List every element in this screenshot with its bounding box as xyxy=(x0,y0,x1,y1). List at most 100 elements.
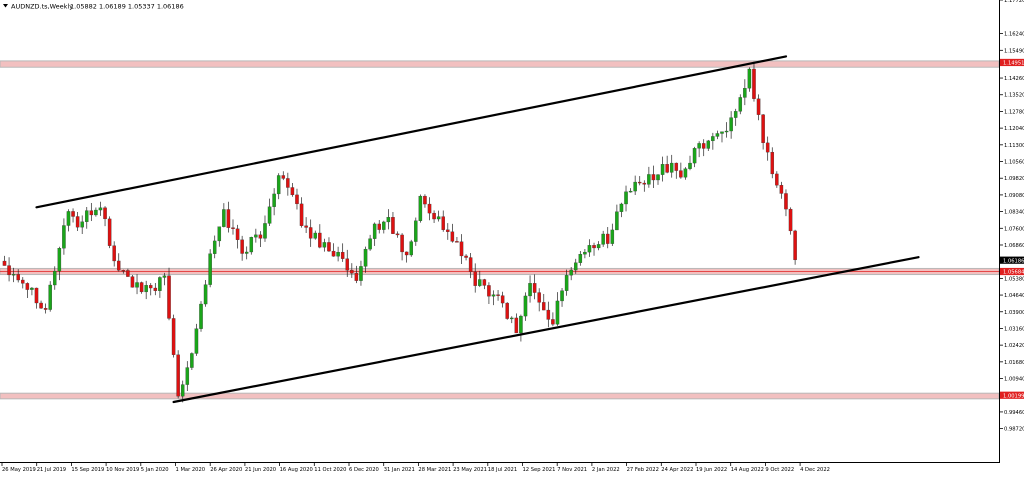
candle-bull xyxy=(53,270,57,286)
x-tick-label: 5 Jan 2020 xyxy=(141,467,169,473)
candle-bear xyxy=(103,207,107,220)
candle-bull xyxy=(478,279,482,286)
candle-bear xyxy=(765,142,770,153)
y-tick-label: 1.10560 xyxy=(1004,160,1024,166)
candle-bear xyxy=(126,270,130,277)
x-tick-label: 2 Jan 2022 xyxy=(592,467,620,473)
candle-bear xyxy=(441,216,445,230)
zone-resistance xyxy=(0,60,1000,68)
candle-bear xyxy=(176,354,180,397)
candle-bull xyxy=(436,216,441,220)
candle-bull xyxy=(57,248,62,272)
candle-bull xyxy=(199,303,203,329)
candle-bull xyxy=(583,251,587,255)
candle-bear xyxy=(121,270,126,272)
x-tick-label: 26 May 2019 xyxy=(2,467,36,473)
candle-bear xyxy=(377,223,381,230)
candle-bear xyxy=(450,231,455,242)
candle-bull xyxy=(624,191,628,205)
candle-bull xyxy=(336,251,340,257)
candle-bear xyxy=(651,174,656,181)
candle-bull xyxy=(628,190,633,193)
candle-bear xyxy=(432,212,436,220)
candle-bull xyxy=(715,133,720,137)
candle-bull xyxy=(272,193,276,207)
candle-bear xyxy=(226,209,231,228)
candle-bear xyxy=(793,230,797,261)
candle-bull xyxy=(80,221,84,228)
y-tick-label: 1.12040 xyxy=(1004,126,1024,132)
y-tick-label: 1.07600 xyxy=(1004,226,1024,232)
candle-bull xyxy=(382,221,386,230)
y-tick-label: 1.15490 xyxy=(1004,48,1024,54)
y-tick-label: 1.11300 xyxy=(1004,143,1024,149)
candle-bull xyxy=(747,68,752,89)
candle-bear xyxy=(350,269,354,274)
candle-bull xyxy=(578,254,583,263)
y-tick-label: 1.12780 xyxy=(1004,109,1024,115)
candle-bull xyxy=(697,143,701,149)
y-tick-label: 0.99460 xyxy=(1004,410,1024,416)
candle-bear xyxy=(171,318,176,355)
candle-bear xyxy=(130,276,135,288)
y-tick-label: 1.13520 xyxy=(1004,93,1024,99)
candle-bull xyxy=(48,284,52,310)
candle-bear xyxy=(756,98,761,115)
y-tick-label: 1.14260 xyxy=(1004,76,1024,82)
candle-bull xyxy=(660,164,665,175)
candle-bear xyxy=(496,294,500,296)
candle-bear xyxy=(775,173,779,186)
candle-bear xyxy=(473,271,477,286)
chart-svg: 1.17720 1.16240 1.15490 1.14260 1.13520 1.127… xyxy=(0,0,1024,475)
candle-bear xyxy=(679,170,683,178)
candle-bear xyxy=(514,317,519,334)
candle-bear xyxy=(761,114,765,144)
candle-bear xyxy=(295,194,299,205)
x-tick-label: 1 Mar 2020 xyxy=(176,467,206,473)
candle-bull xyxy=(523,295,528,317)
chart: 1.17720 1.16240 1.15490 1.14260 1.13520 1.127… xyxy=(0,0,1024,475)
y-tick-label: 1.00940 xyxy=(1004,377,1024,383)
candle-bear xyxy=(400,234,404,253)
candle-bull xyxy=(144,285,148,293)
candle-bear xyxy=(770,151,775,175)
candle-bull xyxy=(706,140,711,149)
y-tick-label: 1.03160 xyxy=(1004,326,1024,332)
candle-bull xyxy=(180,384,185,397)
candle-bear xyxy=(546,309,551,320)
candle-bull xyxy=(414,220,418,242)
candle-bull xyxy=(418,195,423,221)
x-tick-label: 15 Sep 2019 xyxy=(71,467,104,473)
candle-bull xyxy=(733,111,738,118)
candle-bear xyxy=(423,195,427,205)
candle-bear xyxy=(240,239,244,254)
candle-bull xyxy=(724,130,729,133)
candle-bull xyxy=(386,217,391,223)
candle-bull xyxy=(162,275,167,278)
candle-bull xyxy=(98,207,103,211)
candle-bear xyxy=(537,292,541,303)
candle-bull xyxy=(254,234,258,238)
candle-bull xyxy=(185,367,190,385)
x-tick-label: 6 Dec 2020 xyxy=(349,467,379,473)
candle-bull xyxy=(619,203,624,212)
x-tick-label: 23 May 2021 xyxy=(453,467,487,473)
candle-bear xyxy=(446,229,450,232)
candle-bear xyxy=(21,279,25,284)
candle-bear xyxy=(395,233,400,236)
candle-bull xyxy=(610,229,615,244)
candle-bull xyxy=(569,269,573,276)
candle-bull xyxy=(688,162,692,169)
candle-bull xyxy=(263,223,267,239)
price-label-text: 1.06186 xyxy=(1003,258,1024,264)
candle-bull xyxy=(322,242,327,248)
candle-bear xyxy=(331,250,336,257)
candle-bear xyxy=(43,308,48,310)
candle-bear xyxy=(354,273,359,281)
candle-bull xyxy=(249,237,254,253)
candle-bull xyxy=(66,211,71,226)
candle-bear xyxy=(25,283,30,290)
x-tick-label: 18 Jul 2021 xyxy=(488,467,517,473)
candle-bear xyxy=(258,234,263,239)
candle-bear xyxy=(674,162,679,171)
